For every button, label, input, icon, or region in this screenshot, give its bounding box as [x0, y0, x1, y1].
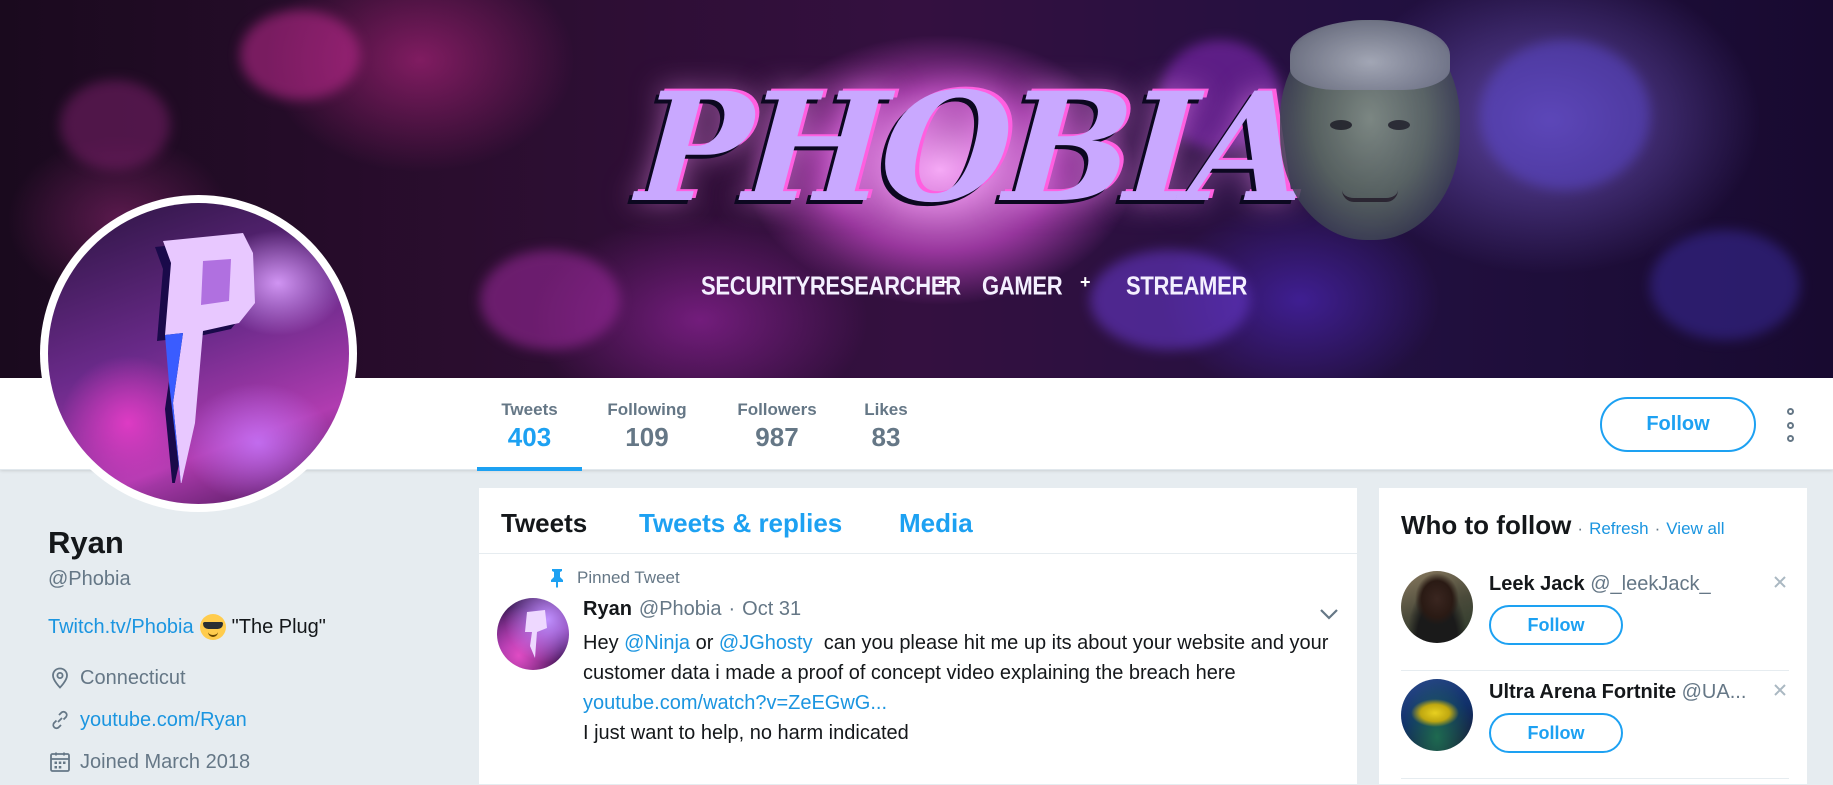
suggestion-name[interactable]: Leek Jack @_leekJack_	[1489, 573, 1759, 596]
stat-followers[interactable]: Followers 987	[733, 378, 821, 470]
location-icon	[52, 667, 68, 689]
profile-handle: @Phobia	[48, 568, 131, 590]
banner-subtitle-item: STREAMER	[1126, 270, 1248, 301]
banner-separator: +	[938, 272, 949, 292]
banner-decoration	[1650, 230, 1800, 340]
profile-location: Connecticut	[48, 666, 186, 690]
mention-link[interactable]: @JGhosty	[719, 632, 813, 654]
banner-portrait-eye	[1388, 120, 1410, 130]
profile-website: youtube.com/Ryan	[48, 708, 247, 732]
banner-portrait	[1280, 20, 1460, 240]
who-to-follow-header: Who to follow · Refresh · View all	[1401, 510, 1725, 541]
stat-following[interactable]: Following 109	[600, 378, 694, 470]
pin-icon	[551, 569, 563, 588]
banner-title: PHOBIA	[632, 60, 1308, 236]
suggestion-handle: @UA...	[1681, 681, 1747, 703]
tweet-text-part: or	[690, 632, 719, 654]
tweet-date[interactable]: Oct 31	[742, 598, 801, 621]
banner-decoration	[60, 80, 170, 170]
calendar-icon	[50, 752, 70, 772]
suggestion-display-name: Ultra Arena Fortnite	[1489, 681, 1677, 703]
banner-portrait-eye	[1330, 120, 1352, 130]
bio-text: "The Plug"	[231, 615, 326, 638]
refresh-link[interactable]: Refresh	[1589, 519, 1649, 539]
stat-value: 109	[625, 422, 669, 452]
tab-media[interactable]: Media	[899, 508, 973, 539]
banner-subtitle-item: GAMER	[982, 270, 1063, 301]
suggestion-follow-button[interactable]: Follow	[1489, 713, 1623, 753]
mention-link[interactable]: @Ninja	[624, 632, 690, 654]
banner-decoration	[1480, 40, 1650, 190]
chevron-down-icon[interactable]	[1317, 602, 1341, 626]
banner-decoration	[240, 10, 360, 100]
tab-tweets-replies[interactable]: Tweets & replies	[639, 508, 842, 539]
stat-label: Followers	[737, 400, 817, 419]
suggestion-item: Leek Jack @_leekJack_ Follow	[1401, 571, 1789, 671]
suggestion-item: Ultra Arena Fortnite @UA... Follow	[1401, 679, 1789, 779]
more-dot	[1786, 408, 1794, 415]
stat-value: 403	[507, 422, 552, 452]
suggestion-display-name: Leek Jack	[1489, 573, 1585, 595]
more-icon[interactable]	[1780, 408, 1800, 442]
tweet-separator: ·	[728, 598, 736, 620]
who-to-follow-title: Who to follow	[1401, 510, 1572, 540]
stat-value: 987	[755, 422, 799, 452]
tweet-author-handle[interactable]: @Phobia	[639, 598, 722, 621]
stat-label: Following	[607, 400, 687, 419]
stat-label: Likes	[864, 400, 908, 419]
tweet-text: Hey @Ninja or @JGhosty can you please hi…	[583, 628, 1343, 748]
more-dot	[1786, 421, 1794, 429]
tweet-text-part: I just want to help, no harm indicated	[583, 722, 909, 744]
timeline-tabs: Tweets Tweets & replies Media	[479, 488, 1359, 554]
stat-likes[interactable]: Likes 83	[862, 378, 910, 470]
tweet-avatar-logo	[525, 610, 547, 658]
tweet-avatar[interactable]	[497, 598, 569, 670]
tab-tweets[interactable]: Tweets	[501, 508, 587, 539]
profile-page: PHOBIA SECURITYRESEARCHER + GAMER + STRE…	[0, 0, 1833, 785]
suggestion-avatar[interactable]	[1401, 571, 1473, 643]
pinned-text: Pinned Tweet	[577, 568, 680, 587]
close-icon[interactable]	[1771, 681, 1789, 699]
tweet-url[interactable]: youtube.com/watch?v=ZeEGwG...	[583, 692, 887, 714]
profile-name: Ryan	[48, 525, 124, 560]
sunglasses-emoji-icon	[199, 614, 226, 640]
stat-label: Tweets	[501, 400, 558, 419]
link-icon	[52, 710, 68, 730]
avatar-logo	[155, 233, 255, 483]
suggestion-name[interactable]: Ultra Arena Fortnite @UA...	[1489, 681, 1759, 704]
stat-value: 83	[871, 422, 901, 452]
banner-decoration	[480, 250, 620, 350]
profile-bio: Twitch.tv/Phobia "The Plug"	[48, 614, 326, 640]
timeline: Tweets Tweets & replies Media Pinned Twe…	[478, 487, 1359, 785]
banner-portrait-hair	[1290, 20, 1450, 90]
banner-subtitle-item: SECURITYRESEARCHER	[701, 270, 961, 301]
tweet-author-name[interactable]: Ryan	[583, 598, 632, 621]
who-to-follow: Who to follow · Refresh · View all Leek …	[1378, 487, 1808, 785]
stat-tweets[interactable]: Tweets 403	[477, 378, 582, 471]
bio-link[interactable]: Twitch.tv/Phobia	[48, 616, 194, 639]
header-separator: ·	[1577, 519, 1584, 538]
banner-separator: +	[1080, 272, 1091, 292]
location-text: Connecticut	[80, 666, 186, 689]
tweet-text-part: Hey	[583, 632, 625, 654]
suggestion-handle: @_leekJack_	[1590, 573, 1711, 595]
follow-button[interactable]: Follow	[1600, 397, 1756, 452]
suggestion-follow-button[interactable]: Follow	[1489, 605, 1623, 645]
close-icon[interactable]	[1771, 573, 1789, 591]
website-link[interactable]: youtube.com/Ryan	[80, 709, 247, 732]
avatar-image	[48, 203, 349, 504]
more-dot	[1786, 435, 1794, 442]
suggestion-avatar[interactable]	[1401, 679, 1473, 751]
profile-joined: Joined March 2018	[48, 750, 250, 774]
view-all-link[interactable]: View all	[1666, 519, 1724, 539]
joined-text: Joined March 2018	[80, 750, 251, 773]
banner-portrait-mouth	[1342, 190, 1398, 202]
tweet-header: Ryan @Phobia · Oct 31	[583, 598, 801, 621]
header-separator: ·	[1654, 519, 1661, 538]
avatar[interactable]	[40, 195, 357, 512]
pinned-label: Pinned Tweet	[549, 568, 680, 588]
